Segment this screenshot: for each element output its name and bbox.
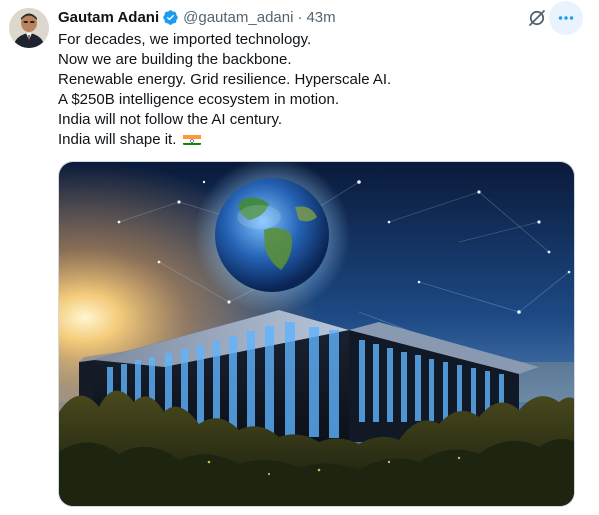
tweet-card: Gautam Adani @gautam_adani · 43m For dec… [0, 0, 599, 515]
tweet-line: Now we are building the backbone. [58, 51, 292, 68]
grok-icon[interactable] [527, 8, 547, 28]
tweet-line: A $250B intelligence ecosystem in motion… [58, 91, 339, 108]
tweet-line: India will not follow the AI century. [58, 111, 283, 128]
tweet-line: Renewable energy. Grid resilience. Hyper… [58, 71, 392, 88]
avatar[interactable] [9, 8, 49, 48]
india-flag-icon [182, 133, 201, 145]
author-handle[interactable]: @gautam_adani [183, 9, 293, 26]
tweet-text: For decades, we imported technology. Now… [58, 30, 578, 150]
more-icon [558, 16, 574, 20]
separator-dot: · [297, 8, 303, 26]
tweet-image[interactable] [58, 161, 575, 507]
tweet-line: For decades, we imported technology. [58, 31, 312, 48]
verified-badge-icon [162, 9, 179, 26]
tweet-timestamp[interactable]: 43m [306, 9, 335, 26]
tweet-line: India will shape it. [58, 131, 177, 148]
tweet-line-last: India will shape it. [58, 130, 578, 150]
author-name[interactable]: Gautam Adani [58, 9, 159, 26]
tweet-header: Gautam Adani @gautam_adani · 43m [58, 7, 336, 27]
